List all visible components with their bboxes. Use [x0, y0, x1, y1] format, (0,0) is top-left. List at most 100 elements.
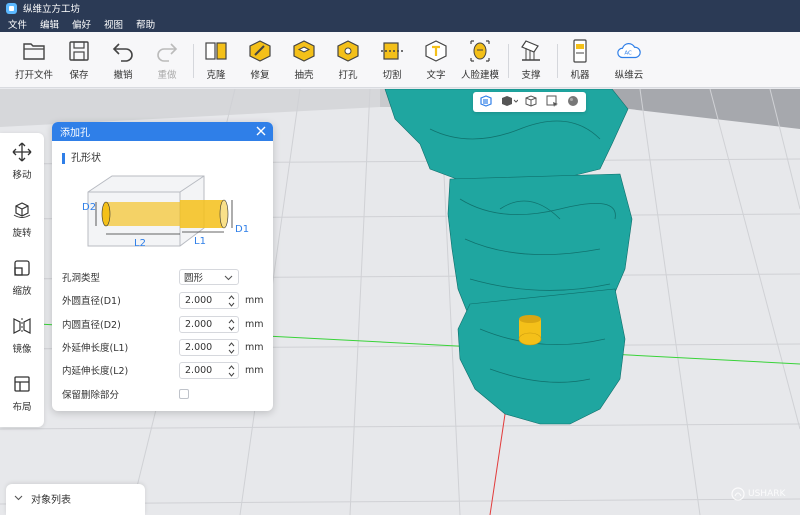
app-title: 纵维立方工坊: [23, 4, 81, 15]
cloud-button[interactable]: AC 纵维云: [606, 38, 652, 84]
diagram-label-d1: D1: [235, 224, 249, 235]
app-logo-icon: [6, 2, 17, 14]
unit-label: mm: [245, 294, 264, 306]
hole-type-select[interactable]: 圆形: [179, 269, 239, 285]
shark-logo-icon: [731, 487, 745, 501]
repair-button[interactable]: 修复: [237, 38, 283, 84]
hollow-button[interactable]: 抽壳: [281, 38, 327, 84]
face-modeling-button[interactable]: 人脸建模: [457, 38, 503, 84]
mirror-label: 镜像: [12, 344, 32, 355]
punch-hole-icon: [335, 38, 361, 64]
printer-icon: [567, 38, 593, 64]
stepper-arrows-icon[interactable]: [228, 341, 235, 355]
open-file-button[interactable]: 打开文件: [11, 38, 57, 84]
cut-icon: [379, 38, 405, 64]
scale-button[interactable]: 缩放: [0, 252, 44, 302]
cut-label: 切割: [382, 70, 402, 81]
scale-icon: [11, 257, 33, 279]
rotate-button[interactable]: 旋转: [0, 194, 44, 244]
diagram-label-l2: L2: [134, 238, 146, 249]
unit-label: mm: [245, 364, 264, 376]
folder-icon: [21, 38, 47, 64]
mirror-button[interactable]: 镜像: [0, 310, 44, 360]
repair-label: 修复: [250, 70, 270, 81]
machine-button[interactable]: 机器: [557, 38, 603, 84]
hole-type-label: 孔洞类型: [62, 273, 101, 284]
support-label: 支撑: [521, 70, 541, 81]
clone-icon: [203, 38, 229, 64]
menu-preferences[interactable]: 偏好: [72, 17, 91, 31]
inner-extension-row: 内延伸长度(L2) 2.000 mm: [62, 361, 267, 379]
stepper-arrows-icon[interactable]: [228, 364, 235, 378]
view-mode-dropdown-icon[interactable]: [500, 94, 519, 111]
redo-button[interactable]: 重做: [144, 38, 190, 84]
rotate-label: 旋转: [12, 228, 32, 239]
transform-sidebar: 移动 旋转 缩放 镜像 布局: [0, 133, 44, 427]
title-bar: 纵维立方工坊: [0, 0, 800, 16]
menu-help[interactable]: 帮助: [136, 17, 155, 31]
menu-edit[interactable]: 编辑: [40, 17, 59, 31]
outer-extension-input[interactable]: 2.000: [179, 338, 239, 356]
mirror-icon: [11, 315, 33, 337]
dialog-header: 添加孔: [52, 122, 273, 141]
chevron-down-icon: [224, 273, 233, 285]
repair-icon: [247, 38, 273, 64]
undo-icon: [110, 38, 136, 64]
move-button[interactable]: 移动: [0, 136, 44, 186]
outer-diameter-label: 外圆直径(D1): [62, 296, 121, 307]
layout-label: 布局: [12, 402, 32, 413]
cut-button[interactable]: 切割: [369, 38, 415, 84]
undo-button[interactable]: 撤销: [100, 38, 146, 84]
keep-removed-row: 保留删除部分: [62, 385, 267, 403]
close-icon[interactable]: [255, 125, 267, 137]
hollow-label: 抽壳: [294, 70, 314, 81]
hole-shape-diagram: D2 L2 L1 D1: [82, 175, 249, 249]
stepper-arrows-icon[interactable]: [228, 294, 235, 308]
face-icon: [467, 38, 493, 64]
clone-button[interactable]: 克隆: [193, 38, 239, 84]
machine-label: 机器: [570, 70, 590, 81]
layout-icon: [11, 373, 33, 395]
layout-button[interactable]: 布局: [0, 368, 44, 418]
support-button[interactable]: 支撑: [508, 38, 554, 84]
move-label: 移动: [12, 170, 32, 181]
scale-label: 缩放: [12, 286, 32, 297]
outer-diameter-value: 2.000: [185, 294, 213, 306]
stepper-arrows-icon[interactable]: [228, 318, 235, 332]
main-toolbar: 打开文件 保存 撤销 重做 克隆 修复 抽壳 打孔 切割 文字 人脸建模 支撑 …: [0, 32, 800, 88]
redo-label: 重做: [157, 70, 177, 81]
view-toolbar: [473, 92, 586, 112]
view-front-icon[interactable]: [479, 94, 493, 111]
outer-extension-row: 外延伸长度(L1) 2.000 mm: [62, 338, 267, 356]
inner-diameter-input[interactable]: 2.000: [179, 315, 239, 333]
object-list-panel[interactable]: 对象列表: [6, 484, 145, 515]
diagram-label-l1: L1: [194, 236, 206, 247]
keep-removed-label: 保留删除部分: [62, 390, 120, 401]
inner-extension-label: 内延伸长度(L2): [62, 366, 129, 377]
chevron-down-icon[interactable]: [14, 493, 23, 505]
view-wireframe-icon[interactable]: [524, 94, 538, 111]
inner-extension-input[interactable]: 2.000: [179, 361, 239, 379]
view-select-icon[interactable]: [545, 94, 559, 111]
cloud-icon: AC: [616, 38, 642, 64]
menu-view[interactable]: 视图: [104, 17, 123, 31]
text-label: 文字: [426, 70, 446, 81]
hole-shape-section-title: 孔形状: [62, 153, 101, 164]
view-material-icon[interactable]: [566, 94, 580, 111]
inner-diameter-row: 内圆直径(D2) 2.000 mm: [62, 315, 267, 333]
hole-type-row: 孔洞类型 圆形: [62, 268, 267, 286]
keep-removed-checkbox[interactable]: [179, 389, 189, 399]
diagram-label-d2: D2: [82, 202, 96, 213]
watermark-text: USHARK: [748, 489, 786, 499]
punch-hole-button[interactable]: 打孔: [325, 38, 371, 84]
undo-label: 撤销: [113, 70, 133, 81]
punch-hole-label: 打孔: [338, 70, 358, 81]
text-icon: [423, 38, 449, 64]
text-button[interactable]: 文字: [413, 38, 459, 84]
outer-diameter-input[interactable]: 2.000: [179, 291, 239, 309]
clone-label: 克隆: [206, 70, 226, 81]
menu-file[interactable]: 文件: [8, 17, 27, 31]
save-button[interactable]: 保存: [56, 38, 102, 84]
hole-type-value: 圆形: [184, 273, 204, 284]
unit-label: mm: [245, 318, 264, 330]
